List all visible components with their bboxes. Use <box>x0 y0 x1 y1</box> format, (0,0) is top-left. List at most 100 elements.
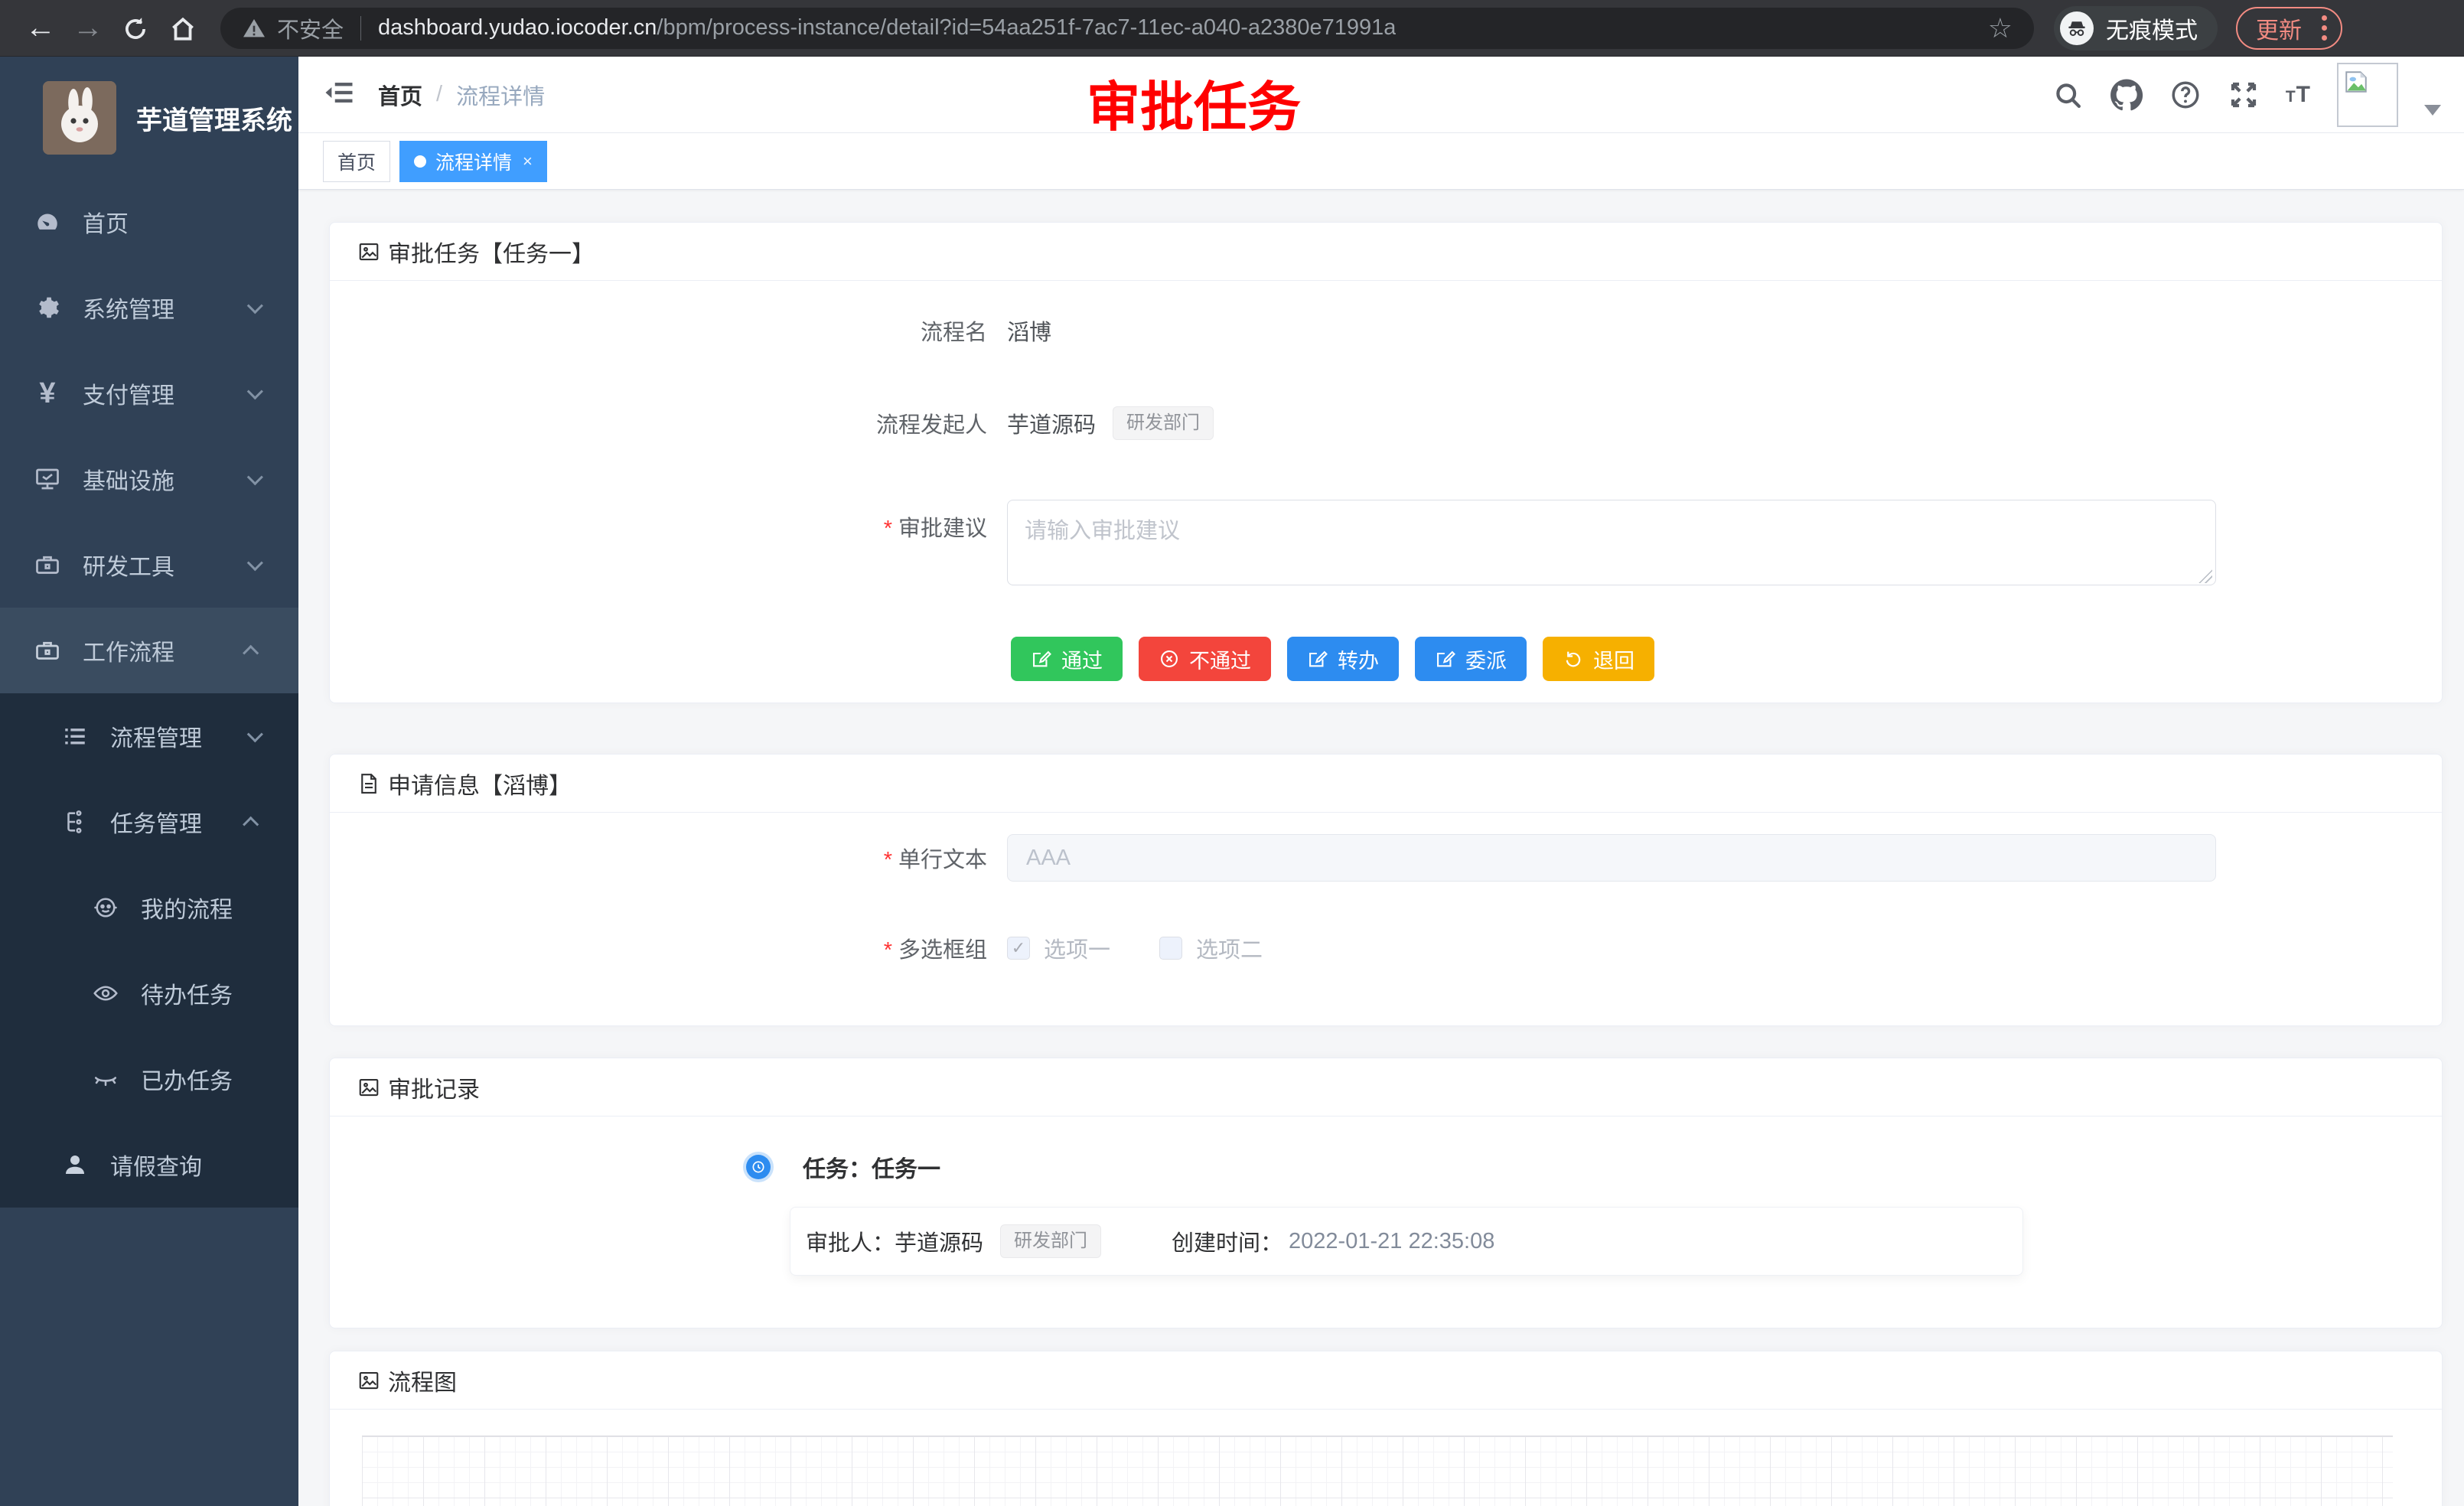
warning-icon <box>242 16 266 41</box>
github-icon[interactable] <box>2110 78 2143 112</box>
transfer-button[interactable]: 转办 <box>1287 637 1399 681</box>
tab-home[interactable]: 首页 <box>323 141 390 182</box>
sidebar-item-task-mgmt[interactable]: 任务管理 <box>0 779 298 865</box>
sidebar-item-leave-query[interactable]: 请假查询 <box>0 1122 298 1208</box>
button-label: 委派 <box>1465 644 1507 674</box>
card-title: 审批记录 <box>388 1071 480 1104</box>
dashboard-icon <box>32 207 63 237</box>
list-icon <box>60 721 90 751</box>
sidebar-item-payment[interactable]: ¥ 支付管理 <box>0 350 298 436</box>
card-header: 申请信息【滔博】 <box>330 755 2442 813</box>
sidebar-item-system[interactable]: 系统管理 <box>0 265 298 350</box>
browser-menu-icon[interactable] <box>2316 15 2333 41</box>
single-line-input <box>1007 834 2216 882</box>
avatar-dropdown-icon[interactable] <box>2424 105 2441 116</box>
browser-refresh-icon[interactable] <box>112 11 159 45</box>
sidebar-item-my-process[interactable]: 我的流程 <box>0 865 298 950</box>
browser-back-icon[interactable]: ← <box>17 11 64 45</box>
picture-icon <box>357 240 380 263</box>
search-icon[interactable] <box>2052 79 2084 111</box>
fullscreen-icon[interactable] <box>2228 79 2260 111</box>
sidebar-item-home[interactable]: 首页 <box>0 179 298 265</box>
eye-icon <box>90 978 121 1009</box>
breadcrumb-home[interactable]: 首页 <box>378 79 422 111</box>
sidebar-item-process-mgmt[interactable]: 流程管理 <box>0 693 298 779</box>
sidebar-item-label: 研发工具 <box>83 548 174 582</box>
button-label: 通过 <box>1061 644 1103 674</box>
incognito-icon <box>2060 11 2094 45</box>
resize-handle-icon[interactable] <box>2198 569 2212 583</box>
delegate-button[interactable]: 委派 <box>1415 637 1527 681</box>
app-logo-row[interactable]: 芋道管理系统 <box>0 57 298 179</box>
sidebar-item-label: 流程管理 <box>110 719 202 753</box>
bpmn-canvas[interactable] <box>362 1436 2393 1506</box>
bookmark-star-icon[interactable]: ☆ <box>1988 12 2013 44</box>
sidebar-item-devtools[interactable]: 研发工具 <box>0 522 298 608</box>
browser-update-button[interactable]: 更新 <box>2236 7 2342 50</box>
process-name-row: 流程名 滔博 <box>330 315 2442 347</box>
chevron-up-icon <box>243 816 259 832</box>
annotation-text: 审批任务 <box>1087 64 1301 142</box>
approver-value: 芋道源码 <box>895 1225 983 1257</box>
required-asterisk: * <box>884 517 892 541</box>
browser-home-icon[interactable] <box>159 11 207 45</box>
created-label: 创建时间： <box>1172 1225 1283 1257</box>
checkbox-group-row: *多选框组 ✓ 选项一 选项二 <box>330 932 2442 964</box>
help-icon[interactable] <box>2169 79 2202 111</box>
sidebar-item-workflow[interactable]: 工作流程 <box>0 608 298 693</box>
required-asterisk: * <box>884 938 892 963</box>
approver-dept-tag: 研发部门 <box>1000 1224 1101 1258</box>
security-label: 不安全 <box>277 12 344 44</box>
process-name-value: 滔博 <box>1007 315 1051 347</box>
sidebar-collapse-icon[interactable] <box>298 77 378 112</box>
card-title: 申请信息【滔博】 <box>388 767 572 800</box>
approve-button[interactable]: 通过 <box>1011 637 1123 681</box>
tab-process-detail[interactable]: 流程详情 × <box>399 141 547 182</box>
checkbox-option2-label: 选项二 <box>1196 932 1263 964</box>
app-title: 芋道管理系统 <box>136 99 292 137</box>
font-size-icon[interactable]: TT <box>2286 82 2311 108</box>
tree-icon <box>60 807 90 837</box>
button-label: 不通过 <box>1189 644 1251 674</box>
clock-icon <box>746 1155 771 1179</box>
checkbox-option2 <box>1159 937 1182 960</box>
monitor-icon <box>32 464 63 494</box>
top-navbar: 首页 / 流程详情 审批任务 TT <box>298 57 2464 133</box>
sidebar-item-todo-tasks[interactable]: 待办任务 <box>0 950 298 1036</box>
sidebar-item-label: 已办任务 <box>141 1062 233 1096</box>
sidebar-item-label: 基础设施 <box>83 462 174 496</box>
checkbox-option1: ✓ <box>1007 937 1030 960</box>
task-title: 任务：任务一 <box>803 1150 940 1184</box>
timeline-item: 任务：任务一 <box>746 1150 2442 1184</box>
security-warning[interactable]: 不安全 <box>242 12 344 44</box>
process-name-label: 流程名 <box>330 315 1007 347</box>
browser-forward-icon[interactable]: → <box>64 11 112 45</box>
checkbox-group-label: *多选框组 <box>330 932 1007 964</box>
tab-label: 流程详情 <box>435 148 512 175</box>
sidebar-item-label: 系统管理 <box>83 291 174 324</box>
sidebar-item-label: 待办任务 <box>141 976 233 1010</box>
sidebar: 芋道管理系统 首页 系统管理 ¥ 支付管理 基础设施 <box>0 57 298 1506</box>
active-tab-dot <box>414 155 426 168</box>
navbar-actions: TT <box>2052 63 2464 127</box>
sidebar-item-infra[interactable]: 基础设施 <box>0 436 298 522</box>
card-title: 流程图 <box>388 1364 457 1397</box>
process-diagram-card: 流程图 <box>329 1351 2443 1506</box>
address-bar[interactable]: 不安全 dashboard.yudao.iocoder.cn/bpm/proce… <box>220 8 2034 49</box>
app-logo <box>43 81 116 155</box>
suggestion-textarea[interactable] <box>1007 500 2216 585</box>
suggestion-label: *审批建议 <box>330 500 1007 543</box>
avatar[interactable] <box>2337 63 2398 127</box>
close-icon[interactable]: × <box>523 152 533 171</box>
page-content: 审批任务【任务一】 流程名 滔博 流程发起人 芋道源码 研发部门 <box>298 190 2464 1506</box>
return-button[interactable]: 退回 <box>1543 637 1654 681</box>
checkbox-option1-label: 选项一 <box>1044 932 1110 964</box>
address-divider <box>360 16 361 41</box>
breadcrumb-separator: / <box>436 82 442 107</box>
request-info-card: 申请信息【滔博】 *单行文本 *多选框组 ✓ 选项一 <box>329 754 2443 1026</box>
initiator-dept-tag: 研发部门 <box>1113 406 1214 440</box>
sidebar-item-label: 我的流程 <box>141 891 233 924</box>
reject-button[interactable]: 不通过 <box>1139 637 1271 681</box>
single-line-row: *单行文本 <box>330 834 2442 882</box>
sidebar-item-done-tasks[interactable]: 已办任务 <box>0 1036 298 1122</box>
